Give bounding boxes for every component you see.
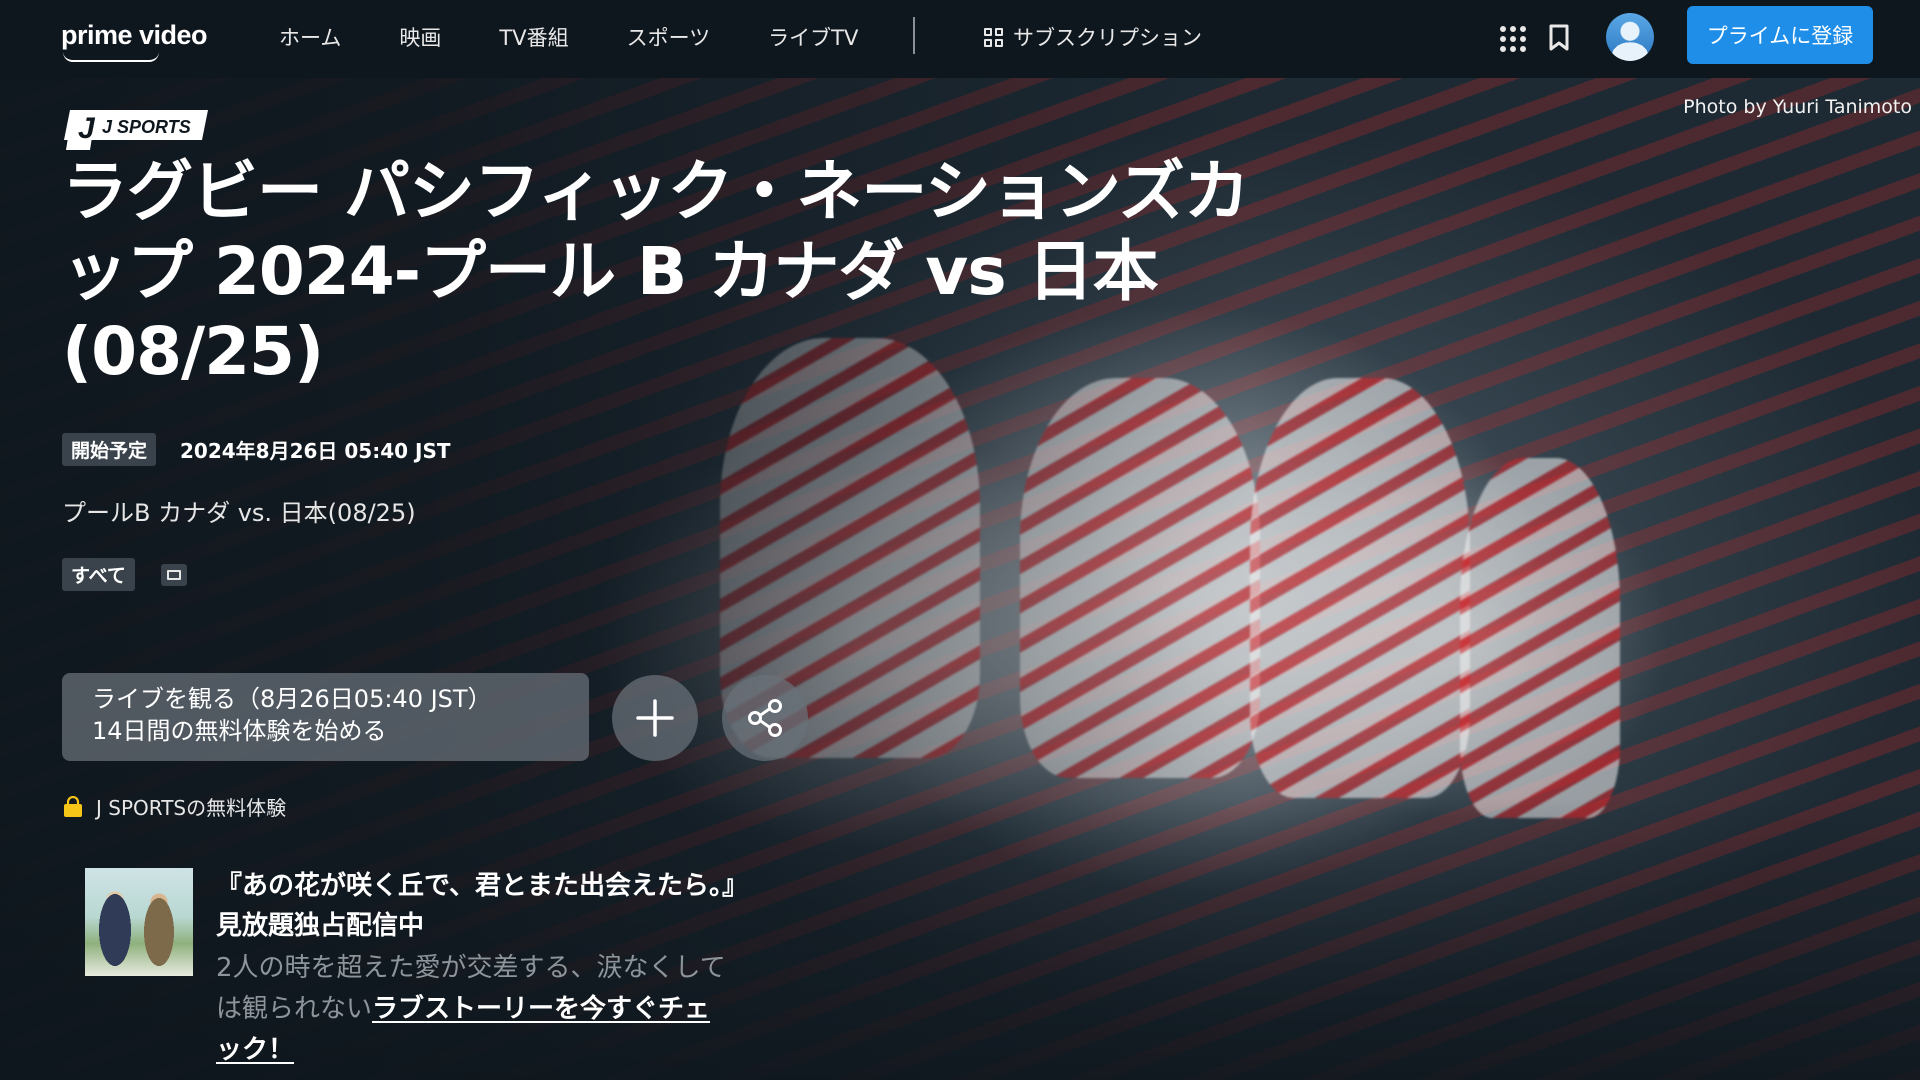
- j-sports-logo-text: J SPORTS: [102, 117, 191, 137]
- promo-banner[interactable]: 『あの花が咲く丘で、君とまた出会えたら。』見放題独占配信中 2人の時を超えた愛が…: [85, 866, 735, 1066]
- age-rating-tag: すべて: [62, 558, 135, 591]
- photo-credit: Photo by Yuuri Tanimoto: [1683, 96, 1912, 118]
- hero-photo-figure: [1460, 458, 1620, 818]
- logo-text: prime video: [61, 20, 208, 50]
- user-avatar-icon[interactable]: [1606, 13, 1654, 61]
- plus-icon: [636, 699, 674, 737]
- prime-video-logo[interactable]: prime video: [61, 20, 208, 62]
- page-title: ラグビー パシフィック・ネーションズカップ 2024-プール B カナダ vs …: [62, 153, 1250, 390]
- watch-live-label: ライブを観る（8月26日05:40 JST）: [92, 685, 492, 713]
- logo-smile-icon: [63, 52, 159, 62]
- subscription-trial-note: J SPORTSの無料体験: [62, 792, 286, 821]
- promo-description: 2人の時を超えた愛が交差する、涙なくしては観られないラブストーリーを今すぐチェッ…: [216, 948, 736, 1071]
- nav-menu: ホーム 映画 TV番組 スポーツ ライブTV: [279, 22, 916, 52]
- svg-text:J: J: [78, 112, 96, 145]
- nav-item-live-tv[interactable]: ライブTV: [768, 22, 858, 52]
- schedule-row: 開始予定 2024年8月26日 05:40 JST: [62, 433, 451, 466]
- promo-title: 『あの花が咲く丘で、君とまた出会えたら。』見放題独占配信中: [216, 871, 735, 941]
- start-date: 2024年8月26日 05:40 JST: [180, 439, 451, 463]
- top-navigation: prime video ホーム 映画 TV番組 スポーツ ライブTV サブスクリ…: [0, 0, 1920, 78]
- hero-photo-figure: [1250, 378, 1470, 798]
- nav-item-sports[interactable]: スポーツ: [627, 22, 711, 52]
- status-badge: 開始予定: [62, 433, 157, 466]
- hero-photo-figure: [1020, 378, 1260, 778]
- apps-grid-icon[interactable]: [1500, 26, 1526, 52]
- free-trial-label: 14日間の無料体験を始める: [92, 717, 387, 745]
- tags-row: すべて: [62, 558, 187, 591]
- subscriptions-grid-icon: [984, 27, 1003, 47]
- watchlist-bookmark-icon[interactable]: [1548, 24, 1570, 56]
- watch-live-button[interactable]: ライブを観る（8月26日05:40 JST） 14日間の無料体験を始める: [62, 673, 589, 761]
- episode-subtitle: プールB カナダ vs. 日本(08/25): [62, 499, 416, 527]
- nav-item-home[interactable]: ホーム: [279, 22, 341, 52]
- share-icon: [748, 699, 782, 737]
- prime-signup-button[interactable]: プライムに登録: [1687, 6, 1873, 64]
- nav-divider: [913, 17, 915, 54]
- promo-thumbnail[interactable]: [85, 868, 193, 976]
- subscriptions-label: サブスクリプション: [1013, 26, 1202, 50]
- add-to-watchlist-button[interactable]: [612, 675, 698, 761]
- j-sports-logo: J J SPORTS: [62, 106, 208, 152]
- shopping-bag-icon: [64, 795, 82, 817]
- nav-item-movies[interactable]: 映画: [399, 22, 441, 52]
- share-button[interactable]: [722, 675, 808, 761]
- subtitles-icon: [160, 563, 187, 586]
- nav-item-tv[interactable]: TV番組: [499, 22, 568, 52]
- nav-item-subscriptions[interactable]: サブスクリプション: [984, 22, 1202, 52]
- trial-text: J SPORTSの無料体験: [96, 796, 287, 820]
